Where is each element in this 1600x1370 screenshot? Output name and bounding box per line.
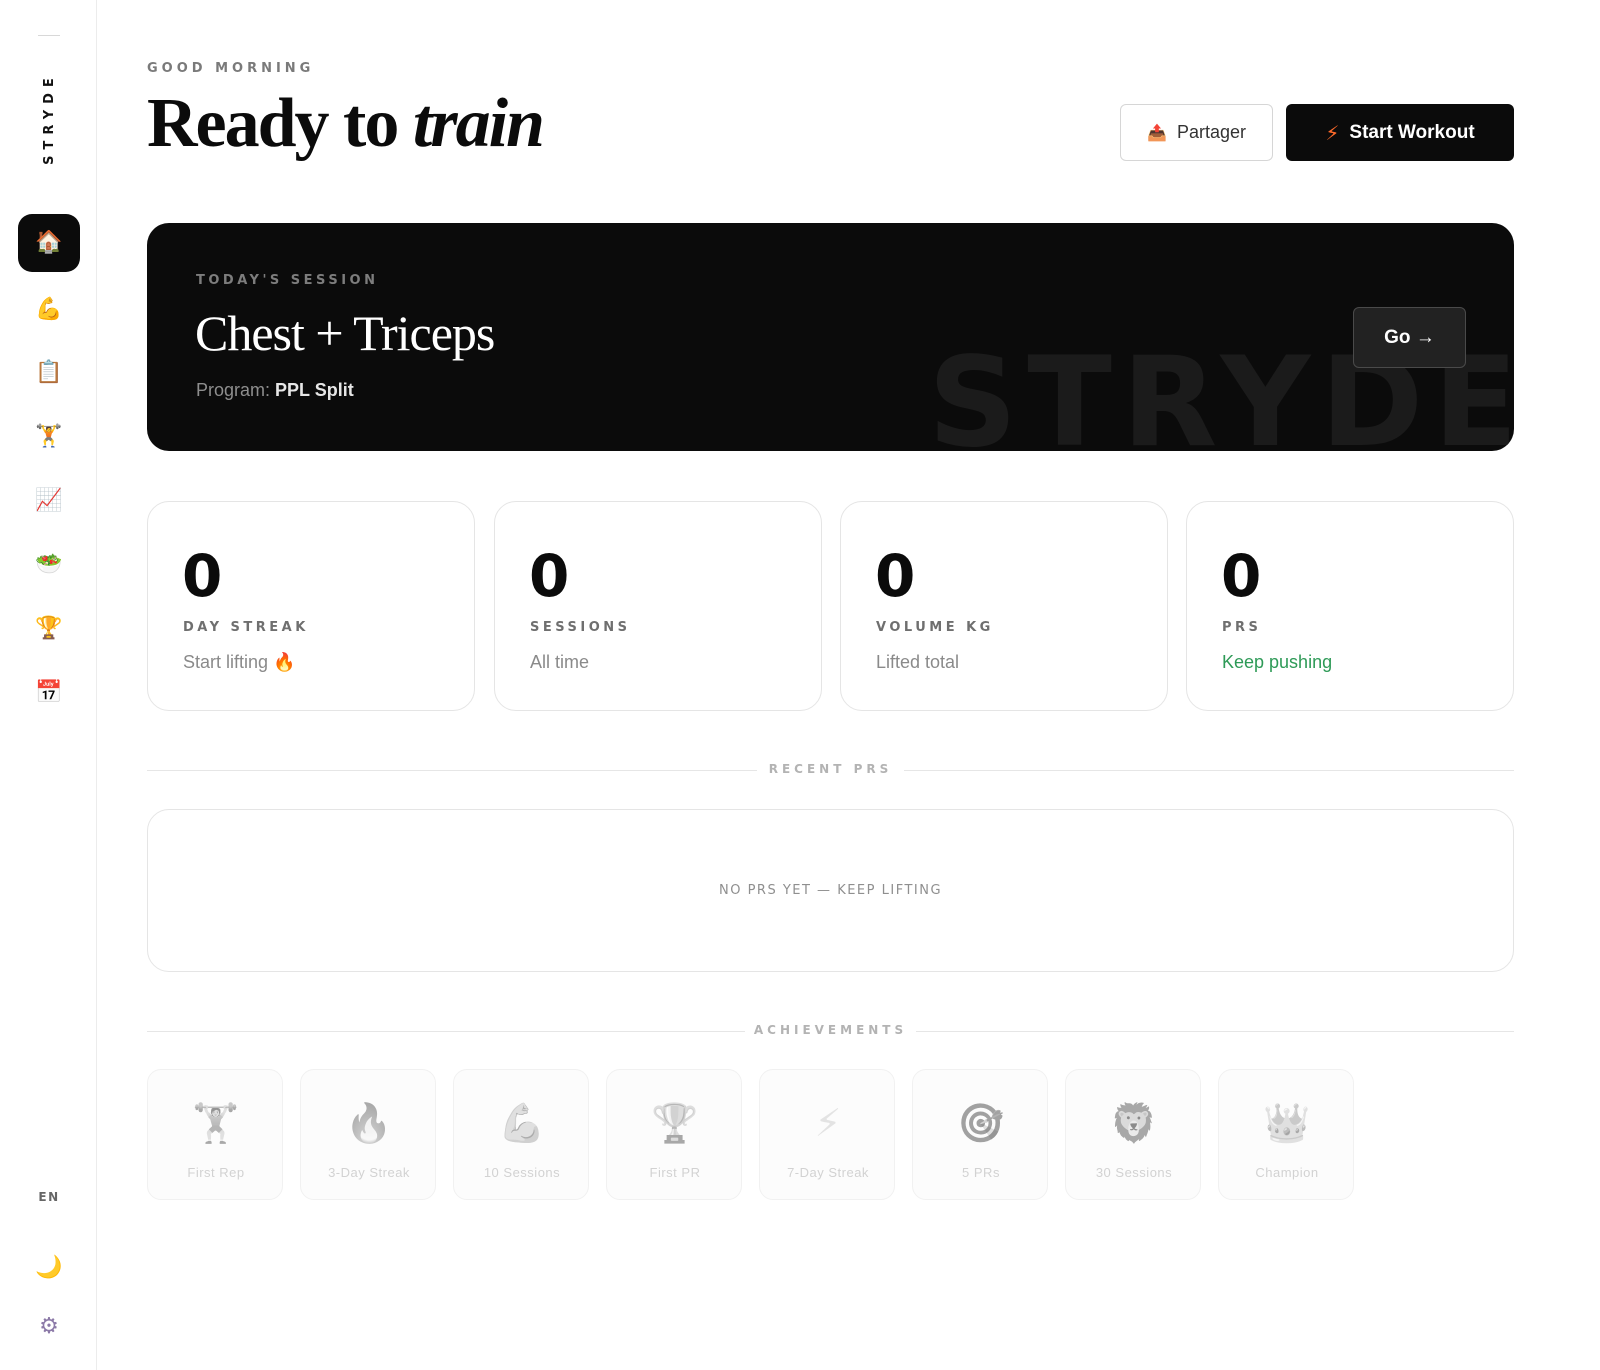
brand-logo[interactable]: STRYDE	[18, 68, 80, 168]
sidebar-top-rule	[38, 35, 60, 36]
sidebar: STRYDE 🏠 💪 📋 🏋 📈 🥗 🏆 📅 EN 🌙 ⚙	[0, 0, 97, 1370]
greeting: GOOD MORNING	[147, 61, 315, 76]
gear-icon: ⚙	[39, 1313, 59, 1339]
achievements-heading: ACHIEVEMENTS	[147, 1021, 1514, 1041]
go-button[interactable]: Go →	[1353, 307, 1466, 368]
nav-item-programs[interactable]: 📋	[18, 344, 80, 402]
fire-icon: 🔥	[345, 1101, 393, 1145]
nav-item-workouts[interactable]: 💪	[18, 281, 80, 339]
salad-icon: 🥗	[35, 552, 63, 577]
stat-subtext-text: Start lifting	[183, 652, 269, 672]
share-button[interactable]: 📤 Partager	[1120, 104, 1273, 161]
achievement-10-sessions[interactable]: 💪 10 Sessions	[453, 1069, 589, 1200]
session-program: Program: PPL Split	[196, 380, 354, 401]
achievement-label: 30 Sessions	[1095, 1165, 1173, 1180]
moon-icon: 🌙	[35, 1254, 63, 1280]
lightning-icon: ⚡	[814, 1101, 842, 1145]
settings-button[interactable]: ⚙	[18, 1306, 80, 1346]
lightning-icon: ⚡	[1325, 120, 1340, 145]
trophy-icon: 🏆	[651, 1101, 699, 1145]
start-workout-label: Start Workout	[1349, 121, 1475, 143]
stat-value: 0	[182, 542, 223, 610]
achievement-first-rep[interactable]: 🏋 First Rep	[147, 1069, 283, 1200]
session-label: TODAY'S SESSION	[196, 273, 379, 288]
brand-name: STRYDE	[41, 71, 57, 165]
section-title: ACHIEVEMENTS	[753, 1023, 908, 1037]
achievement-label: 5 PRs	[962, 1165, 1000, 1180]
stat-label: DAY STREAK	[183, 620, 309, 635]
share-label: Partager	[1176, 122, 1246, 142]
title-plain: Ready to	[147, 85, 413, 162]
stat-card-prs: 0 PRS Keep pushing	[1186, 501, 1514, 711]
theme-toggle[interactable]: 🌙	[18, 1247, 80, 1287]
stat-card-volume: 0 VOLUME KG Lifted total	[840, 501, 1168, 711]
program-name: PPL Split	[275, 380, 354, 400]
nav-item-progress[interactable]: 📈	[18, 472, 80, 530]
stat-label: VOLUME KG	[876, 620, 994, 635]
todays-session-card: STRYDE TODAY'S SESSION Chest + Triceps P…	[147, 223, 1514, 451]
achievement-5-prs[interactable]: 🎯 5 PRs	[912, 1069, 1048, 1200]
title-italic: train	[412, 85, 545, 162]
achievement-30-sessions[interactable]: 🦁 30 Sessions	[1065, 1069, 1201, 1200]
lion-icon: 🦁	[1110, 1101, 1158, 1145]
achievement-label: First Rep	[187, 1165, 245, 1180]
flexed-biceps-icon: 💪	[35, 297, 63, 322]
stat-label: SESSIONS	[530, 620, 631, 635]
achievement-label: 7-Day Streak	[787, 1165, 869, 1180]
achievement-first-pr[interactable]: 🏆 First PR	[606, 1069, 742, 1200]
recent-prs-panel: NO PRS YET — KEEP LIFTING	[147, 809, 1514, 972]
session-name: Chest + Triceps	[195, 305, 495, 361]
empty-state-text: NO PRS YET — KEEP LIFTING	[718, 883, 943, 898]
stat-value: 0	[1221, 542, 1262, 610]
crown-icon: 👑	[1263, 1101, 1311, 1145]
stat-subtext: Lifted total	[876, 652, 960, 672]
stat-card-sessions: 0 SESSIONS All time	[494, 501, 822, 711]
stat-subtext: Start lifting 🔥	[183, 652, 295, 673]
weightlifter-icon: 🏋	[35, 424, 63, 449]
calendar-icon: 📅	[35, 680, 63, 705]
nav-item-home[interactable]: 🏠	[18, 214, 80, 272]
home-icon: 🏠	[35, 230, 63, 255]
stat-card-day-streak: 0 DAY STREAK Start lifting 🔥	[147, 501, 475, 711]
stat-value: 0	[529, 542, 570, 610]
nav-item-calendar[interactable]: 📅	[18, 664, 80, 722]
achievement-label: Champion	[1255, 1165, 1319, 1180]
language-toggle[interactable]: EN	[18, 1190, 80, 1204]
achievement-label: 3-Day Streak	[328, 1165, 410, 1180]
weightlifter-icon: 🏋	[192, 1101, 240, 1145]
fire-icon: 🔥	[273, 652, 296, 673]
trophy-icon: 🏆	[35, 616, 63, 641]
start-workout-button[interactable]: ⚡ Start Workout	[1286, 104, 1514, 161]
stat-subtext: All time	[530, 652, 590, 672]
nav-item-nutrition[interactable]: 🥗	[18, 536, 80, 594]
achievement-label: 10 Sessions	[483, 1165, 561, 1180]
clipboard-icon: 📋	[35, 360, 63, 385]
chart-increasing-icon: 📈	[35, 488, 63, 513]
stat-subtext: Keep pushing	[1222, 652, 1333, 672]
achievement-3-day-streak[interactable]: 🔥 3-Day Streak	[300, 1069, 436, 1200]
stat-value: 0	[875, 542, 916, 610]
program-prefix: Program:	[196, 380, 276, 400]
recent-prs-heading: RECENT PRS	[147, 760, 1514, 780]
flexed-biceps-icon: 💪	[498, 1101, 546, 1145]
nav-item-records[interactable]: 🏆	[18, 600, 80, 658]
section-title: RECENT PRS	[768, 762, 893, 776]
share-icon: 📤	[1147, 123, 1167, 142]
achievement-7-day-streak[interactable]: ⚡ 7-Day Streak	[759, 1069, 895, 1200]
target-icon: 🎯	[957, 1101, 1005, 1145]
stat-label: PRS	[1222, 620, 1262, 635]
achievement-champion[interactable]: 👑 Champion	[1218, 1069, 1354, 1200]
page-title: Ready to train	[147, 82, 545, 166]
nav-item-exercises[interactable]: 🏋	[18, 408, 80, 466]
achievement-label: First PR	[649, 1165, 701, 1180]
